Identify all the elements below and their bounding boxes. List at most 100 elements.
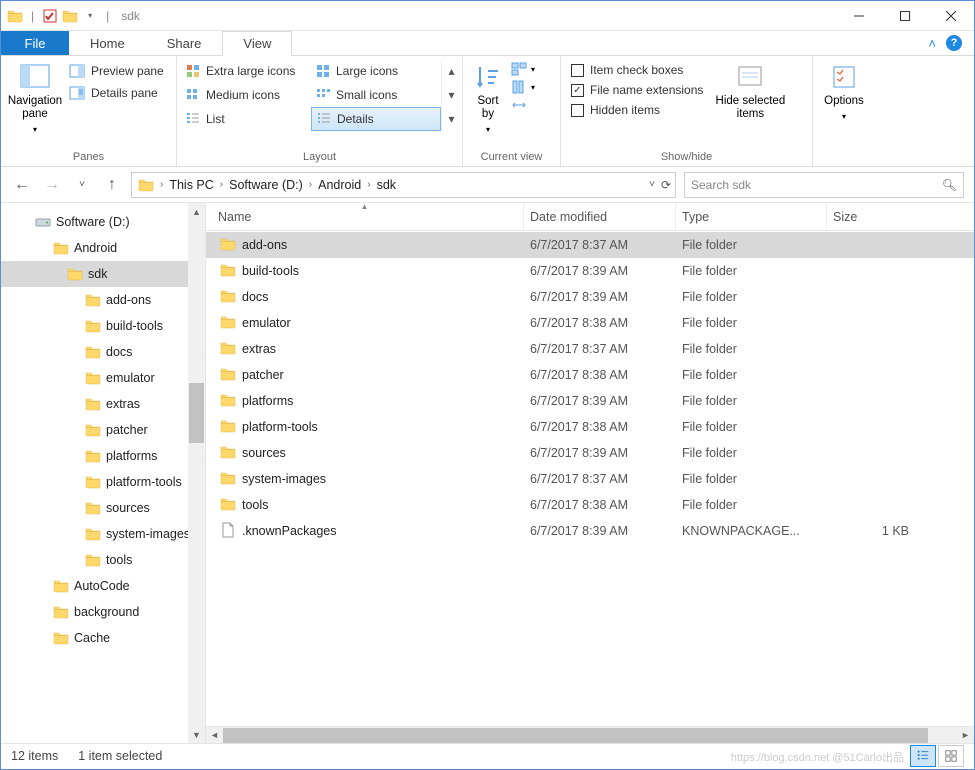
tree-item[interactable]: add-ons: [1, 287, 205, 313]
layout-list[interactable]: List: [181, 107, 311, 131]
column-size[interactable]: Size: [827, 203, 917, 230]
details-view-toggle[interactable]: [910, 745, 936, 767]
forward-button[interactable]: →: [41, 174, 63, 196]
table-row[interactable]: emulator6/7/2017 8:38 AMFile folder: [206, 310, 974, 336]
table-row[interactable]: system-images6/7/2017 8:37 AMFile folder: [206, 466, 974, 492]
table-row[interactable]: tools6/7/2017 8:38 AMFile folder: [206, 492, 974, 518]
layout-scroll-up[interactable]: ▴: [441, 59, 461, 83]
tree-item[interactable]: build-tools: [1, 313, 205, 339]
table-row[interactable]: build-tools6/7/2017 8:39 AMFile folder: [206, 258, 974, 284]
layout-scroll-down[interactable]: ▾: [441, 83, 461, 107]
tree-item-label: platform-tools: [106, 475, 182, 489]
column-name[interactable]: ▲Name: [206, 203, 524, 230]
help-icon[interactable]: ?: [946, 35, 962, 51]
details-pane-button[interactable]: Details pane: [69, 85, 164, 101]
close-button[interactable]: [928, 1, 974, 31]
tree-item[interactable]: sources: [1, 495, 205, 521]
navigation-tree[interactable]: Software (D:)Androidsdkadd-onsbuild-tool…: [1, 203, 206, 743]
up-button[interactable]: ↑: [101, 174, 123, 196]
table-row[interactable]: sources6/7/2017 8:39 AMFile folder: [206, 440, 974, 466]
scroll-right-icon[interactable]: ►: [957, 727, 974, 744]
qat-folder-icon[interactable]: [62, 8, 78, 24]
chevron-right-icon[interactable]: ›: [158, 179, 165, 190]
minimize-button[interactable]: [836, 1, 882, 31]
ribbon-collapse-icon[interactable]: ˄: [928, 36, 936, 51]
tree-item[interactable]: system-images: [1, 521, 205, 547]
tab-file[interactable]: File: [1, 31, 69, 55]
preview-pane-button[interactable]: Preview pane: [69, 63, 164, 79]
column-date[interactable]: Date modified: [524, 203, 676, 230]
table-row[interactable]: extras6/7/2017 8:37 AMFile folder: [206, 336, 974, 362]
layout-expand[interactable]: ▾: [441, 107, 461, 131]
back-button[interactable]: ←: [11, 174, 33, 196]
scrollbar-thumb[interactable]: [223, 728, 928, 743]
qat-checkbox-icon[interactable]: [42, 8, 58, 24]
group-current-view-label: Current view: [467, 149, 556, 166]
chevron-right-icon[interactable]: ›: [218, 179, 225, 190]
size-columns-button[interactable]: [511, 97, 535, 113]
layout-extra-large[interactable]: Extra large icons: [181, 59, 311, 83]
file-date: 6/7/2017 8:39 AM: [524, 264, 676, 278]
tree-item[interactable]: emulator: [1, 365, 205, 391]
tree-item[interactable]: AutoCode: [1, 573, 205, 599]
table-row[interactable]: platform-tools6/7/2017 8:38 AMFile folde…: [206, 414, 974, 440]
file-name: add-ons: [242, 238, 287, 252]
crumb-sdk[interactable]: sdk: [375, 178, 398, 192]
chevron-right-icon[interactable]: ›: [307, 179, 314, 190]
file-type: KNOWNPACKAGE...: [676, 524, 827, 538]
tree-item[interactable]: Android: [1, 235, 205, 261]
tree-item[interactable]: platforms: [1, 443, 205, 469]
file-list[interactable]: add-ons6/7/2017 8:37 AMFile folderbuild-…: [206, 231, 974, 726]
layout-details[interactable]: Details: [311, 107, 441, 131]
options-button[interactable]: Options▾: [817, 59, 871, 125]
tab-home[interactable]: Home: [69, 31, 146, 55]
address-bar[interactable]: › This PC › Software (D:) › Android › sd…: [131, 172, 676, 198]
crumb-this-pc[interactable]: This PC: [167, 178, 215, 192]
file-name-extensions-toggle[interactable]: ✓File name extensions: [571, 83, 703, 97]
item-check-boxes-toggle[interactable]: Item check boxes: [571, 63, 703, 77]
maximize-button[interactable]: [882, 1, 928, 31]
tree-item[interactable]: tools: [1, 547, 205, 573]
hidden-items-toggle[interactable]: Hidden items: [571, 103, 703, 117]
tree-item[interactable]: docs: [1, 339, 205, 365]
tree-item-label: extras: [106, 397, 140, 411]
search-icon[interactable]: 🔍︎: [942, 178, 957, 192]
navigation-pane-button[interactable]: Navigation pane▾: [5, 59, 65, 138]
table-row[interactable]: platforms6/7/2017 8:39 AMFile folder: [206, 388, 974, 414]
crumb-drive[interactable]: Software (D:): [227, 178, 305, 192]
search-input[interactable]: Search sdk 🔍︎: [684, 172, 964, 198]
table-row[interactable]: add-ons6/7/2017 8:37 AMFile folder: [206, 232, 974, 258]
crumb-android[interactable]: Android: [316, 178, 363, 192]
layout-large[interactable]: Large icons: [311, 59, 441, 83]
window-title: sdk: [121, 9, 140, 23]
thumbnails-view-toggle[interactable]: [938, 745, 964, 767]
table-row[interactable]: patcher6/7/2017 8:38 AMFile folder: [206, 362, 974, 388]
tab-view[interactable]: View: [222, 31, 292, 56]
tree-item[interactable]: extras: [1, 391, 205, 417]
table-row[interactable]: docs6/7/2017 8:39 AMFile folder: [206, 284, 974, 310]
add-columns-button[interactable]: ▾: [511, 79, 535, 95]
column-type[interactable]: Type: [676, 203, 827, 230]
tree-item[interactable]: patcher: [1, 417, 205, 443]
sort-by-button[interactable]: Sort by▾: [467, 59, 509, 138]
tree-item[interactable]: sdk: [1, 261, 205, 287]
address-dropdown-icon[interactable]: ˅: [649, 179, 655, 190]
crumb-root-icon[interactable]: [136, 177, 156, 193]
tree-scrollbar[interactable]: ▲▼: [188, 203, 205, 743]
group-by-button[interactable]: ▾: [511, 61, 535, 77]
layout-medium[interactable]: Medium icons: [181, 83, 311, 107]
recent-dropdown[interactable]: ˅: [71, 174, 93, 196]
layout-small[interactable]: Small icons: [311, 83, 441, 107]
hide-selected-button[interactable]: Hide selected items: [711, 59, 789, 123]
tree-item[interactable]: background: [1, 599, 205, 625]
refresh-icon[interactable]: ⟳: [661, 178, 671, 192]
table-row[interactable]: .knownPackages6/7/2017 8:39 AMKNOWNPACKA…: [206, 518, 974, 544]
tab-share[interactable]: Share: [146, 31, 223, 55]
tree-item[interactable]: platform-tools: [1, 469, 205, 495]
chevron-right-icon[interactable]: ›: [365, 179, 372, 190]
qat-dropdown-icon[interactable]: ▾: [82, 8, 98, 24]
tree-item[interactable]: Cache: [1, 625, 205, 651]
tree-item[interactable]: Software (D:): [1, 209, 205, 235]
horizontal-scrollbar[interactable]: ◄ ►: [206, 726, 974, 743]
scroll-left-icon[interactable]: ◄: [206, 727, 223, 744]
